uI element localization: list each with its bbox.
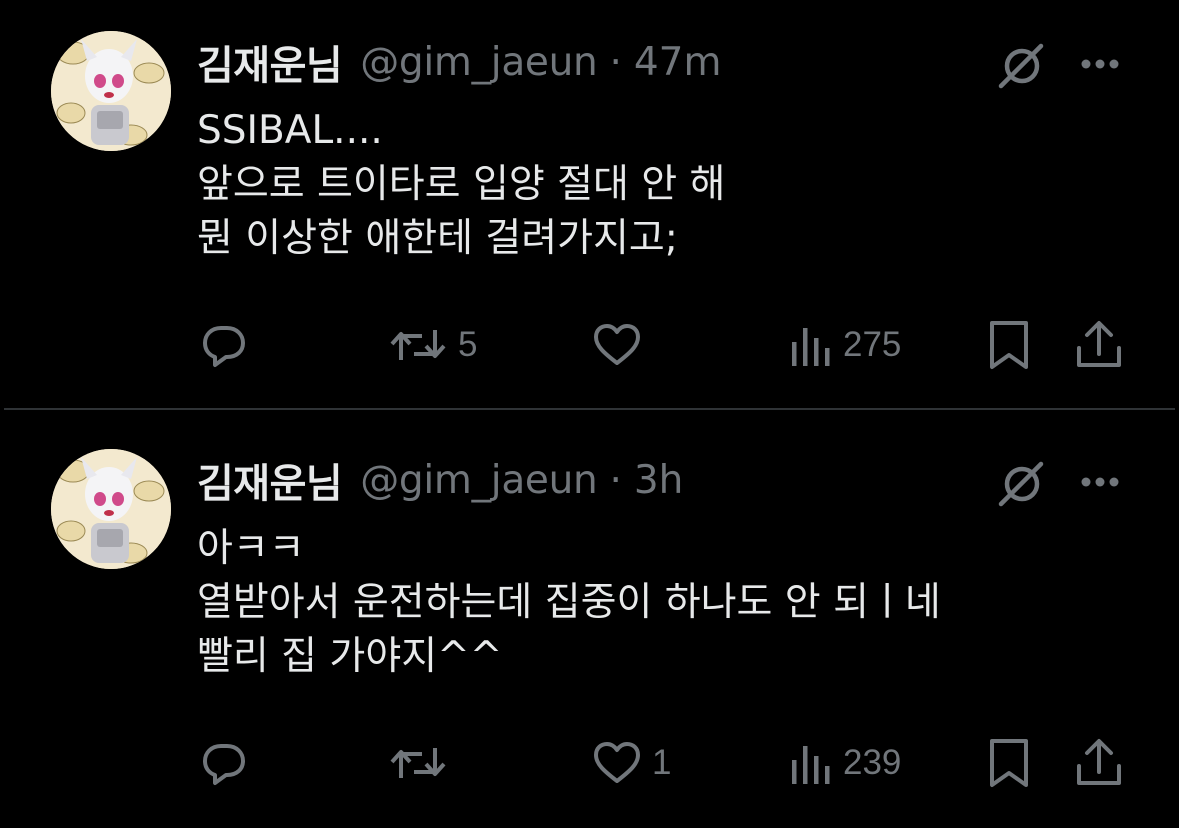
tweet-text-line: 뭔 이상한 애한테 걸려가지고; <box>197 216 678 261</box>
retweet-count: 5 <box>458 325 478 364</box>
share-button[interactable] <box>1074 315 1124 375</box>
share-button[interactable] <box>1074 733 1124 793</box>
tweet-text-line: SSIBAL.... <box>197 108 383 153</box>
view-count: 239 <box>843 743 902 782</box>
user-handle[interactable]: @gim_jaeun <box>360 40 598 85</box>
share-icon <box>1077 739 1121 785</box>
separator-dot: · <box>609 457 622 503</box>
display-name[interactable]: 김재운님 <box>197 451 343 509</box>
heart-icon <box>594 324 640 365</box>
tweet-text-line: 앞으로 트이타로 입양 절대 안 해 <box>197 162 726 207</box>
grok-icon[interactable] <box>995 38 1049 92</box>
more-icon[interactable] <box>1075 462 1125 502</box>
views-icon <box>792 746 830 784</box>
tweet-actions: 5 275 <box>0 315 1179 375</box>
tweet-actions: 1 239 <box>0 733 1179 793</box>
avatar[interactable] <box>51 449 171 569</box>
reply-button[interactable] <box>199 733 259 793</box>
retweet-button[interactable] <box>388 733 458 793</box>
retweet-icon <box>390 330 446 360</box>
avatar-image <box>51 31 171 151</box>
tweet-text: 아ㅋㅋ 열받아서 운전하는데 집중이 하나도 안 되ㅣ네 빨리 집 가야지^^ <box>197 522 1097 684</box>
user-handle[interactable]: @gim_jaeun <box>360 458 598 503</box>
heart-icon <box>594 742 640 783</box>
bookmark-button[interactable] <box>985 315 1033 375</box>
display-name[interactable]: 김재운님 <box>197 33 343 91</box>
like-button[interactable]: 1 <box>592 733 671 793</box>
like-count: 1 <box>652 743 672 782</box>
tweet-divider <box>4 408 1175 410</box>
tweet-text-line: 아ㅋㅋ <box>197 526 305 571</box>
avatar[interactable] <box>51 31 171 151</box>
tweet-header: 김재운님 @gim_jaeun · 47m <box>197 34 721 90</box>
timestamp[interactable]: 3h <box>634 458 684 503</box>
tweet-text: SSIBAL.... 앞으로 트이타로 입양 절대 안 해 뭔 이상한 애한테 … <box>197 104 1097 266</box>
bookmark-icon <box>990 739 1028 787</box>
bookmark-button[interactable] <box>985 733 1033 793</box>
reply-icon <box>203 326 245 367</box>
views-button[interactable]: 275 <box>787 315 901 375</box>
timestamp[interactable]: 47m <box>634 40 722 85</box>
tweet-text-line: 빨리 집 가야지^^ <box>197 634 503 679</box>
grok-icon[interactable] <box>995 456 1049 510</box>
views-button[interactable]: 239 <box>787 733 901 793</box>
more-icon[interactable] <box>1075 44 1125 84</box>
views-icon <box>792 328 830 366</box>
reply-icon <box>203 744 245 785</box>
share-icon <box>1077 321 1121 367</box>
bookmark-icon <box>990 321 1028 369</box>
like-button[interactable] <box>592 315 652 375</box>
view-count: 275 <box>843 325 902 364</box>
retweet-icon <box>390 748 446 778</box>
separator-dot: · <box>609 39 622 85</box>
tweet-header: 김재운님 @gim_jaeun · 3h <box>197 452 683 508</box>
tweet-text-line: 열받아서 운전하는데 집중이 하나도 안 되ㅣ네 <box>197 580 941 625</box>
avatar-image <box>51 449 171 569</box>
reply-button[interactable] <box>199 315 259 375</box>
tweet[interactable]: 김재운님 @gim_jaeun · 3h 아ㅋㅋ 열받아서 운전하는데 집중이 … <box>0 418 1179 828</box>
tweet[interactable]: 김재운님 @gim_jaeun · 47m SSIBAL.... 앞으로 트이타… <box>0 0 1179 410</box>
retweet-button[interactable]: 5 <box>388 315 477 375</box>
